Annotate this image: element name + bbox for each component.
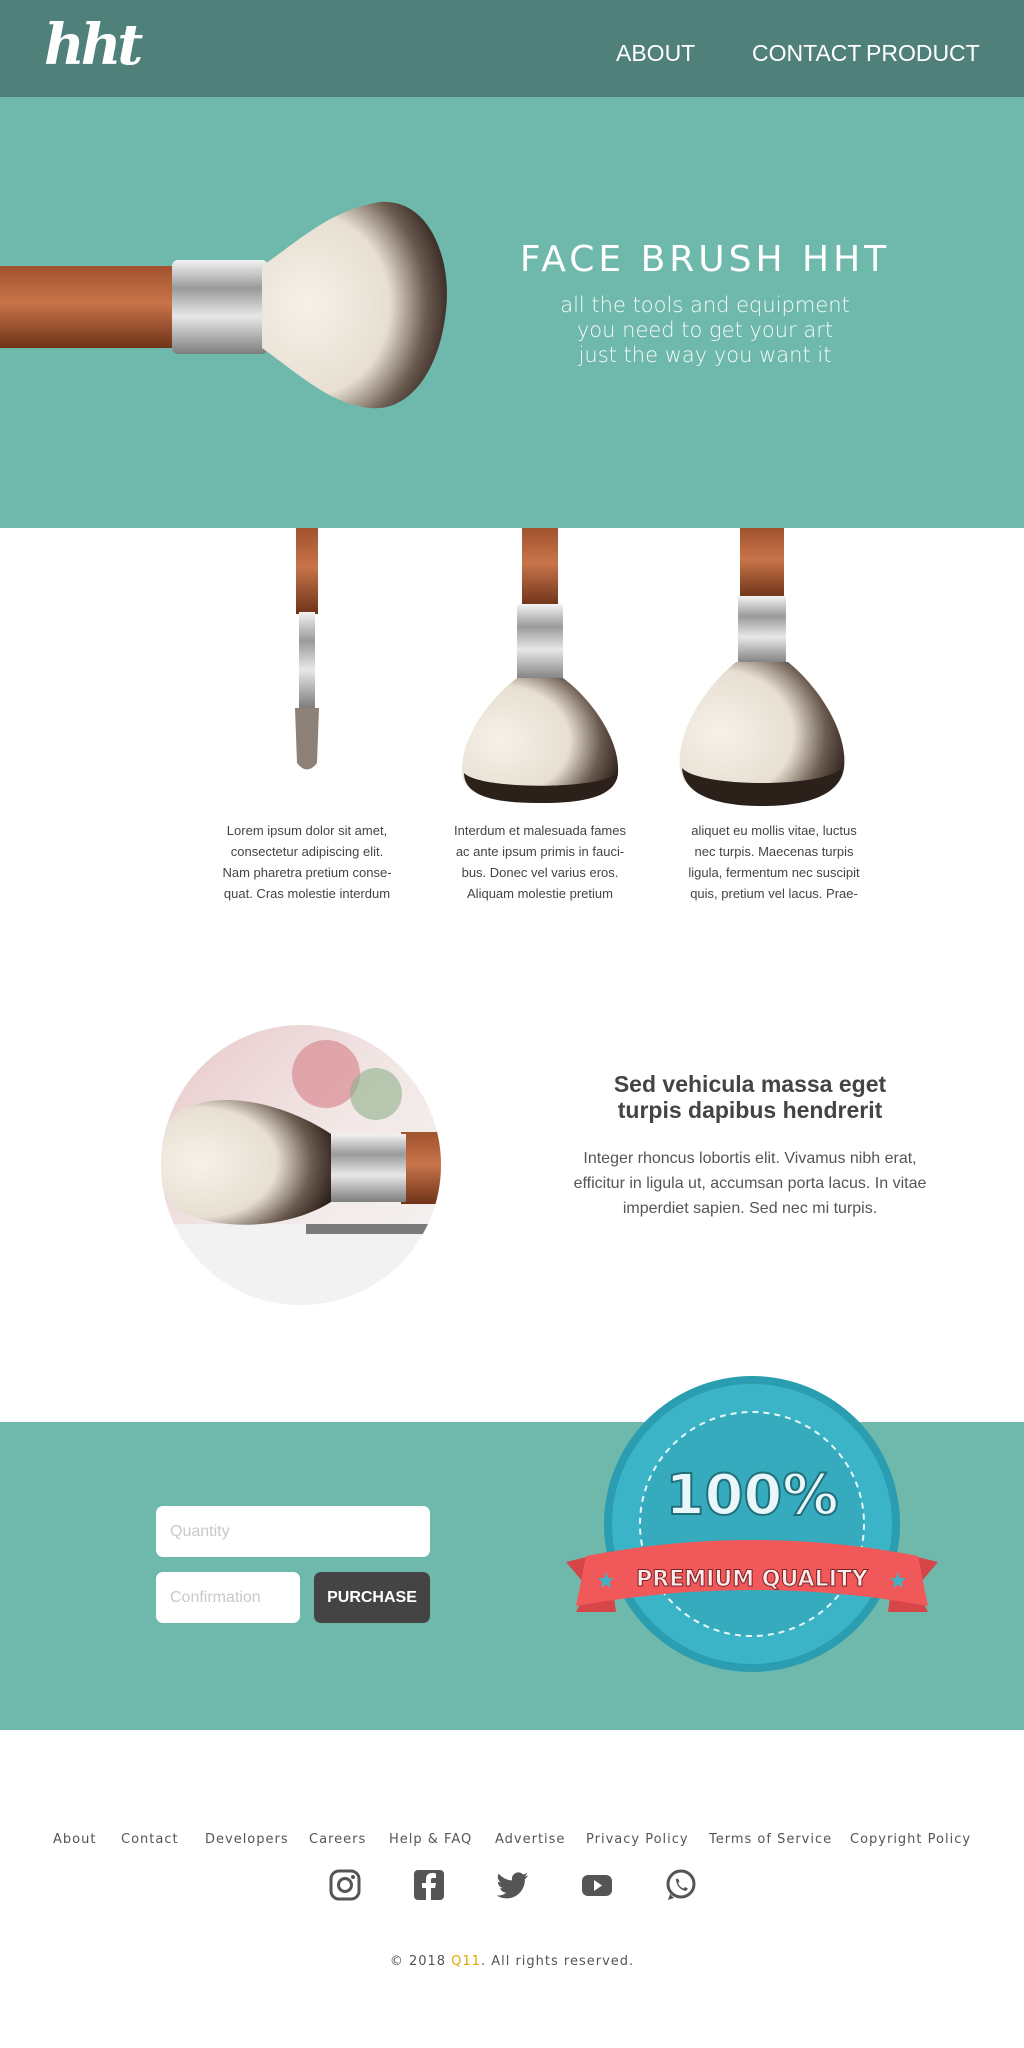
purchase-button[interactable]: PURCHASE — [314, 1572, 430, 1623]
facebook-icon[interactable] — [412, 1868, 446, 1902]
nav-about[interactable]: ABOUT — [616, 40, 695, 67]
footer-link-careers[interactable]: Careers — [309, 1832, 366, 1847]
badge-ribbon-text: PREMIUM QUALITY — [636, 1567, 869, 1592]
product-description-line: consectetur adipiscing elit. — [230, 844, 384, 859]
product-description: Lorem ipsum dolor sit amet, consectetur … — [197, 820, 417, 904]
footer-link-copyright-policy[interactable]: Copyright Policy — [850, 1832, 971, 1847]
premium-quality-badge: 100% PREMIUM QUALITY ★ ★ — [566, 1376, 938, 1672]
product-description-line: quis, pretium vel lacus. Prae- — [690, 886, 858, 901]
feature-body-line: efficitur in ligula ut, accumsan porta l… — [573, 1175, 927, 1192]
feature-body: Integer rhoncus lobortis elit. Vivamus n… — [560, 1146, 940, 1221]
confirmation-input[interactable] — [156, 1572, 300, 1623]
feature-title: Sed vehicula massa eget turpis dapibus h… — [560, 1071, 940, 1123]
hero-subtitle-line: just the way you want it — [578, 343, 832, 367]
copyright: © 2018 Q11. All rights reserved. — [0, 1954, 1024, 1969]
brush-closeup-image — [161, 1025, 441, 1305]
product-description-line: ligula, fermentum nec suscipit — [688, 865, 860, 880]
quantity-input[interactable] — [156, 1506, 430, 1557]
copyright-prefix: © 2018 — [389, 1954, 452, 1969]
feature-body-line: Integer rhoncus lobortis elit. Vivamus n… — [583, 1150, 917, 1167]
site-header: hht ABOUT CONTACT PRODUCT — [0, 0, 1024, 97]
nav-contact[interactable]: CONTACT — [752, 40, 861, 67]
copyright-brand[interactable]: Q11 — [451, 1954, 481, 1969]
youtube-icon[interactable] — [580, 1868, 614, 1902]
feature-title-line: turpis dapibus hendrerit — [617, 1097, 883, 1123]
product-description-line: nec turpis. Maecenas turpis — [694, 844, 854, 859]
product-description: Interdum et malesuada fames ac ante ipsu… — [430, 820, 650, 904]
twitter-icon[interactable] — [496, 1868, 530, 1902]
instagram-icon[interactable] — [328, 1868, 362, 1902]
hero-banner: FACE BRUSH HHT all the tools and equipme… — [0, 97, 1024, 528]
copyright-suffix: . All rights reserved. — [480, 1954, 635, 1969]
footer-links: About Contact Developers Careers Help & … — [0, 1832, 1024, 1856]
footer-link-privacy-policy[interactable]: Privacy Policy — [586, 1832, 689, 1847]
product-description-line: Nam pharetra pretium conse- — [222, 865, 392, 880]
logo[interactable]: hht — [44, 12, 143, 78]
footer-link-developers[interactable]: Developers — [205, 1832, 289, 1847]
badge-percent: 100% — [665, 1463, 838, 1528]
hero-subtitle-line: all the tools and equipment — [560, 293, 850, 317]
footer-link-terms-of-service[interactable]: Terms of Service — [709, 1832, 832, 1847]
product-description-line: bus. Donec vel varius eros. — [461, 865, 619, 880]
large-brush-image — [679, 528, 845, 806]
star-icon: ★ — [888, 1568, 908, 1593]
hero-title: FACE BRUSH HHT — [519, 239, 891, 280]
whatsapp-icon[interactable] — [664, 1868, 698, 1902]
thin-brush-image — [295, 528, 319, 770]
product-description-line: Interdum et malesuada fames — [454, 823, 626, 838]
product-description-line: Lorem ipsum dolor sit amet, — [226, 823, 388, 838]
product-description-line: aliquet eu mollis vitae, luctus — [691, 823, 857, 838]
feature-body-line: imperdiet sapien. Sed nec mi turpis. — [622, 1200, 878, 1217]
footer-link-help-faq[interactable]: Help & FAQ — [389, 1832, 472, 1847]
footer-link-contact[interactable]: Contact — [121, 1832, 179, 1847]
product-description-line: quat. Cras molestie interdum — [223, 886, 391, 901]
powder-brush-image — [461, 528, 619, 803]
feature-title-line: Sed vehicula massa eget — [613, 1071, 887, 1097]
product-list: Lorem ipsum dolor sit amet, consectetur … — [0, 528, 1024, 928]
product-description-line: Aliquam molestie pretium — [467, 886, 613, 901]
nav-product[interactable]: PRODUCT — [866, 40, 980, 67]
footer-link-about[interactable]: About — [53, 1832, 96, 1847]
social-links — [0, 1868, 1024, 1904]
star-icon: ★ — [596, 1568, 616, 1593]
hero-subtitle-line: you need to get your art — [576, 318, 834, 342]
footer-link-advertise[interactable]: Advertise — [495, 1832, 565, 1847]
product-description: aliquet eu mollis vitae, luctus nec turp… — [664, 820, 884, 904]
face-brush-image — [0, 201, 447, 409]
product-description-line: ac ante ipsum primis in fauci- — [455, 844, 625, 859]
hero-subtitle: all the tools and equipment you need to … — [520, 293, 890, 368]
